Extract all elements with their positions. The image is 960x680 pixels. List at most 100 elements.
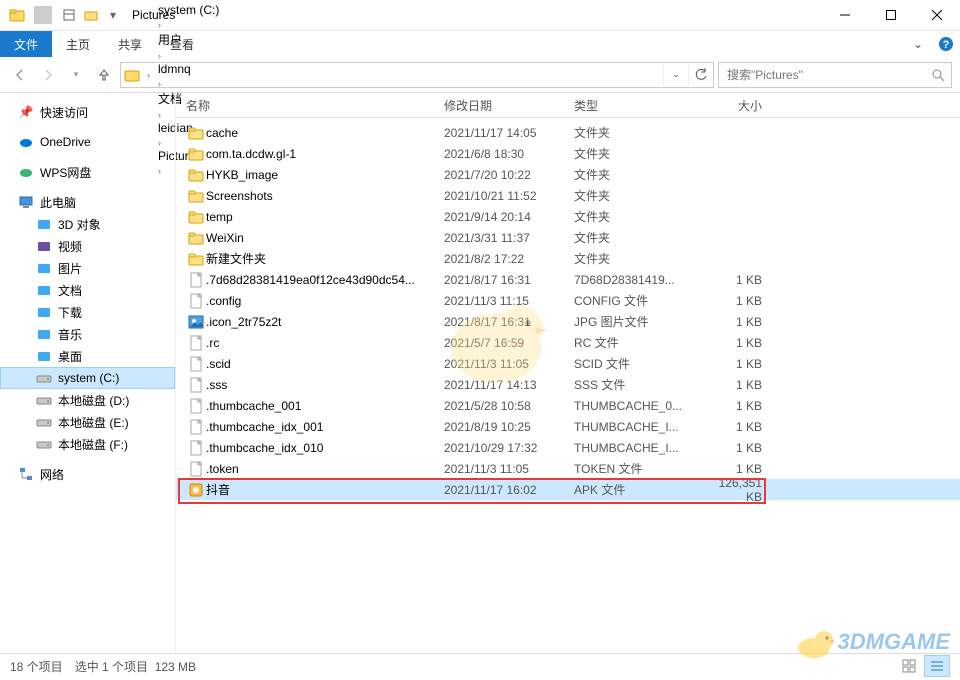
close-button[interactable] xyxy=(914,0,960,30)
nav-tree-item[interactable]: 文档 xyxy=(0,279,175,301)
minimize-button[interactable] xyxy=(822,0,868,30)
file-date: 2021/11/3 11:05 xyxy=(444,357,574,371)
file-row[interactable]: cache2021/11/17 14:05文件夹 xyxy=(176,122,960,143)
file-row[interactable]: .icon_2tr75z2t2021/8/17 16:31JPG 图片文件1 K… xyxy=(176,311,960,332)
nav-history-icon[interactable]: ▾ xyxy=(64,63,88,87)
nav-label: 桌面 xyxy=(58,348,82,365)
chevron-right-icon[interactable]: › xyxy=(143,70,154,80)
folder-icon xyxy=(186,251,206,267)
file-size: 1 KB xyxy=(702,336,762,350)
chevron-right-icon[interactable]: › xyxy=(154,79,165,89)
file-row[interactable]: Screenshots2021/10/21 11:52文件夹 xyxy=(176,185,960,206)
file-list[interactable]: cache2021/11/17 14:05文件夹com.ta.dcdw.gl-1… xyxy=(176,118,960,653)
folder-icon xyxy=(186,230,206,246)
nav-tree-item[interactable]: 下载 xyxy=(0,301,175,323)
file-row[interactable]: com.ta.dcdw.gl-12021/6/8 18:30文件夹 xyxy=(176,143,960,164)
file-name: .icon_2tr75z2t xyxy=(206,315,444,329)
file-type: 文件夹 xyxy=(574,166,702,183)
file-row[interactable]: .7d68d28381419ea0f12ce43d90dc54...2021/8… xyxy=(176,269,960,290)
nav-forward-button[interactable] xyxy=(36,63,60,87)
col-name[interactable]: 名称 xyxy=(186,97,444,114)
file-name: .thumbcache_001 xyxy=(206,399,444,413)
file-type: RC 文件 xyxy=(574,334,702,351)
breadcrumb-segment[interactable]: 用户 xyxy=(154,31,223,48)
qat-dropdown-icon[interactable]: ▾ xyxy=(104,6,122,24)
file-date: 2021/8/2 17:22 xyxy=(444,252,574,266)
folder-icon xyxy=(36,326,52,342)
qat-properties-icon[interactable] xyxy=(60,6,78,24)
file-row[interactable]: .scid2021/11/3 11:05SCID 文件1 KB xyxy=(176,353,960,374)
nav-wps[interactable]: WPS网盘 xyxy=(0,161,175,183)
svg-text:?: ? xyxy=(943,39,950,51)
breadcrumb-segment[interactable]: system (C:) xyxy=(154,3,223,17)
chevron-right-icon[interactable]: › xyxy=(154,20,165,30)
nav-label: 本地磁盘 (E:) xyxy=(58,414,129,431)
file-row[interactable]: HYKB_image2021/7/20 10:22文件夹 xyxy=(176,164,960,185)
file-type: 文件夹 xyxy=(574,145,702,162)
file-size: 126,351 KB xyxy=(702,476,762,504)
file-row[interactable]: .thumbcache_0012021/5/28 10:58THUMBCACHE… xyxy=(176,395,960,416)
nav-up-button[interactable] xyxy=(92,63,116,87)
nav-back-button[interactable] xyxy=(8,63,32,87)
file-name: .7d68d28381419ea0f12ce43d90dc54... xyxy=(206,273,444,287)
nav-label: OneDrive xyxy=(40,135,91,149)
nav-label: 视频 xyxy=(58,238,82,255)
file-row[interactable]: WeiXin2021/3/31 11:37文件夹 xyxy=(176,227,960,248)
col-type[interactable]: 类型 xyxy=(574,97,702,114)
address-bar[interactable]: › 此电脑›system (C:)›用户›ldmnq›文档›leidian›Pi… xyxy=(120,62,714,88)
file-name: .config xyxy=(206,294,444,308)
address-dropdown-icon[interactable]: ⌄ xyxy=(663,64,688,86)
file-icon xyxy=(186,440,206,456)
wps-icon xyxy=(18,164,34,180)
file-icon xyxy=(186,419,206,435)
nav-tree-item[interactable]: 图片 xyxy=(0,257,175,279)
maximize-button[interactable] xyxy=(868,0,914,30)
col-date[interactable]: 修改日期 xyxy=(444,97,574,114)
nav-quick-access[interactable]: 📌快速访问 xyxy=(0,101,175,123)
nav-tree-item[interactable]: 音乐 xyxy=(0,323,175,345)
view-thumbnails-button[interactable] xyxy=(896,655,922,677)
help-icon[interactable]: ? xyxy=(932,31,960,57)
nav-label: 网络 xyxy=(40,466,64,483)
nav-tree-item[interactable]: 3D 对象 xyxy=(0,213,175,235)
file-row[interactable]: temp2021/9/14 20:14文件夹 xyxy=(176,206,960,227)
file-row[interactable]: .thumbcache_idx_0012021/8/19 10:25THUMBC… xyxy=(176,416,960,437)
file-name: WeiXin xyxy=(206,231,444,245)
file-type: THUMBCACHE_I... xyxy=(574,420,702,434)
file-row[interactable]: .rc2021/5/7 16:59RC 文件1 KB xyxy=(176,332,960,353)
nav-tree-item[interactable]: 桌面 xyxy=(0,345,175,367)
chevron-right-icon[interactable]: › xyxy=(154,51,165,61)
navigation-pane: 📌快速访问 OneDrive WPS网盘 此电脑 3D 对象视频图片文档下载音乐… xyxy=(0,93,175,653)
file-row[interactable]: 新建文件夹2021/8/2 17:22文件夹 xyxy=(176,248,960,269)
qat-newfolder-icon[interactable] xyxy=(82,6,100,24)
search-box[interactable] xyxy=(718,62,952,88)
tab-file[interactable]: 文件 xyxy=(0,31,52,57)
refresh-icon[interactable] xyxy=(688,64,713,86)
file-date: 2021/11/17 16:02 xyxy=(444,483,574,497)
file-size: 1 KB xyxy=(702,378,762,392)
breadcrumb-segment[interactable]: ldmnq xyxy=(154,62,223,76)
view-details-button[interactable] xyxy=(924,655,950,677)
file-row[interactable]: .thumbcache_idx_0102021/10/29 17:32THUMB… xyxy=(176,437,960,458)
nav-onedrive[interactable]: OneDrive xyxy=(0,131,175,153)
col-size[interactable]: 大小 xyxy=(702,97,762,114)
nav-tree-item[interactable]: 视频 xyxy=(0,235,175,257)
address-row: ▾ › 此电脑›system (C:)›用户›ldmnq›文档›leidian›… xyxy=(0,57,960,93)
tab-share[interactable]: 共享 xyxy=(104,31,156,57)
file-row[interactable]: .sss2021/11/17 14:13SSS 文件1 KB xyxy=(176,374,960,395)
tab-home[interactable]: 主页 xyxy=(52,31,104,57)
nav-this-pc[interactable]: 此电脑 xyxy=(0,191,175,213)
ribbon-expand-icon[interactable]: ⌄ xyxy=(904,31,932,57)
column-headers: 名称 修改日期 类型 大小 xyxy=(176,93,960,118)
nav-tree-item[interactable]: 本地磁盘 (F:) xyxy=(0,433,175,455)
nav-tree-item[interactable]: 本地磁盘 (E:) xyxy=(0,411,175,433)
chevron-right-icon[interactable]: › xyxy=(154,0,165,2)
nav-network[interactable]: 网络 xyxy=(0,463,175,485)
nav-tree-item[interactable]: system (C:) xyxy=(0,367,175,389)
nav-tree-item[interactable]: 本地磁盘 (D:) xyxy=(0,389,175,411)
file-size: 1 KB xyxy=(702,315,762,329)
file-row[interactable]: .config2021/11/3 11:15CONFIG 文件1 KB xyxy=(176,290,960,311)
file-row[interactable]: 抖音2021/11/17 16:02APK 文件126,351 KB xyxy=(176,479,960,500)
file-row[interactable]: .token2021/11/3 11:05TOKEN 文件1 KB xyxy=(176,458,960,479)
search-input[interactable] xyxy=(725,67,931,83)
